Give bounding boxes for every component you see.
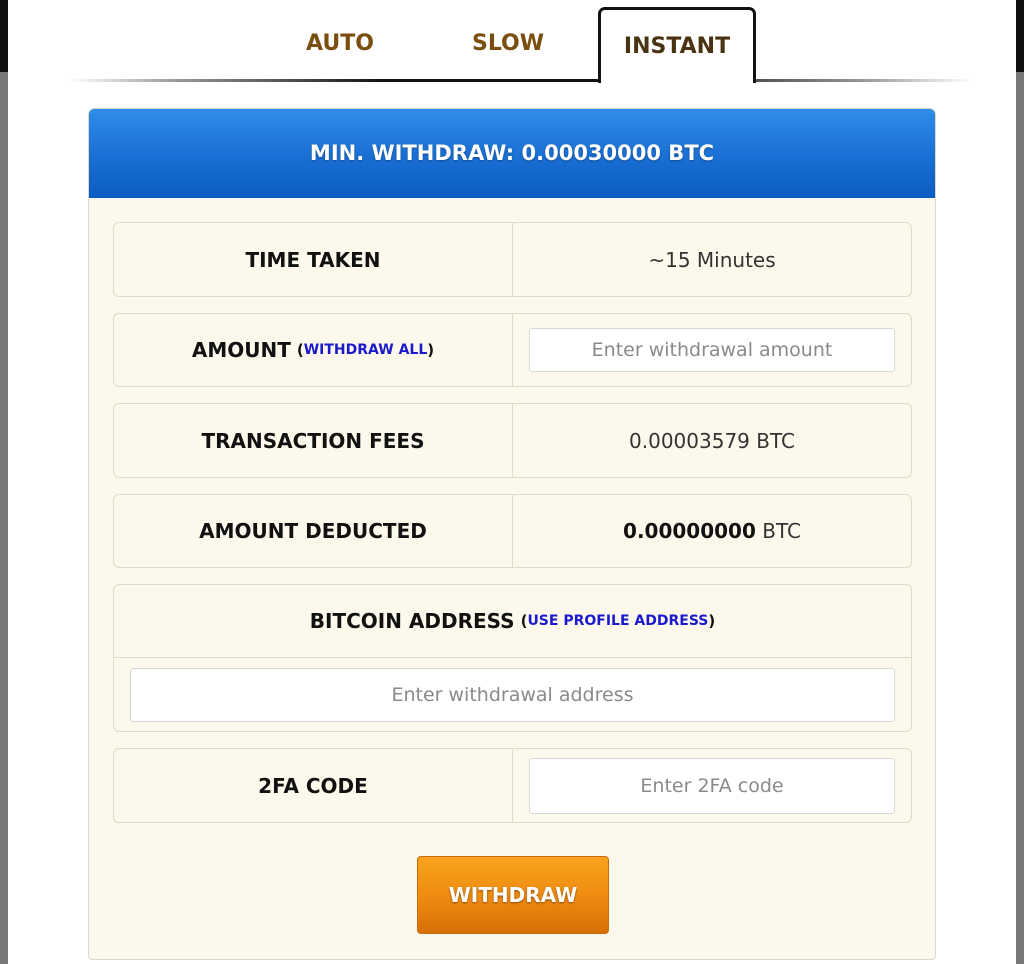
tabs-divider	[68, 79, 973, 82]
twofa-label: 2FA CODE	[114, 749, 513, 822]
time-taken-label: TIME TAKEN	[114, 223, 513, 296]
use-profile-address-link[interactable]: USE PROFILE ADDRESS	[527, 613, 708, 629]
bitcoin-address-input[interactable]	[130, 667, 895, 722]
amount-deducted-label: AMOUNT DEDUCTED	[114, 495, 513, 567]
time-taken-value: ~15 Minutes	[648, 247, 776, 272]
amount-row: AMOUNT ( WITHDRAW ALL )	[113, 313, 912, 387]
withdraw-panel: MIN. WITHDRAW: 0.00030000 BTC TIME TAKEN…	[88, 108, 936, 960]
twofa-row: 2FA CODE	[113, 748, 912, 823]
amount-deducted-number: 0.00000000	[623, 519, 756, 543]
paren-close: )	[708, 612, 716, 630]
amount-label: AMOUNT	[191, 338, 291, 362]
paren-close: )	[427, 341, 435, 359]
modal-backdrop-right	[1016, 0, 1024, 964]
amount-deducted-value: 0.00000000 BTC	[513, 495, 911, 567]
twofa-input-cell	[513, 749, 911, 822]
bitcoin-address-row: BITCOIN ADDRESS ( USE PROFILE ADDRESS )	[113, 584, 912, 732]
amount-label-cell: AMOUNT ( WITHDRAW ALL )	[114, 314, 513, 386]
amount-deducted-unit: BTC	[755, 519, 801, 543]
fees-row: TRANSACTION FEES 0.00003579 BTC	[113, 403, 912, 478]
bitcoin-address-label: BITCOIN ADDRESS	[309, 609, 515, 633]
paren-open: (	[296, 341, 304, 359]
withdraw-button[interactable]: WITHDRAW	[417, 856, 609, 934]
bitcoin-address-label-cell: BITCOIN ADDRESS ( USE PROFILE ADDRESS )	[114, 585, 911, 658]
address-input-cell	[114, 658, 911, 731]
amount-deducted-row: AMOUNT DEDUCTED 0.00000000 BTC	[113, 494, 912, 568]
tab-instant[interactable]: INSTANT	[598, 7, 756, 83]
fees-label: TRANSACTION FEES	[114, 404, 513, 477]
twofa-input[interactable]	[529, 757, 895, 814]
time-taken-row: TIME TAKEN ~15 Minutes	[113, 222, 912, 297]
tab-auto[interactable]: AUTO	[280, 24, 400, 64]
paren-open: (	[520, 612, 528, 630]
amount-input-cell	[513, 314, 911, 386]
withdraw-all-link[interactable]: WITHDRAW ALL	[304, 342, 428, 358]
amount-input[interactable]	[529, 328, 895, 372]
fees-value: 0.00003579 BTC	[629, 428, 795, 453]
modal-backdrop-left	[0, 0, 8, 964]
min-withdraw-header: MIN. WITHDRAW: 0.00030000 BTC	[89, 109, 935, 198]
tab-slow[interactable]: SLOW	[448, 24, 568, 64]
withdraw-modal: AUTO SLOW INSTANT MIN. WITHDRAW: 0.00030…	[8, 0, 1016, 964]
